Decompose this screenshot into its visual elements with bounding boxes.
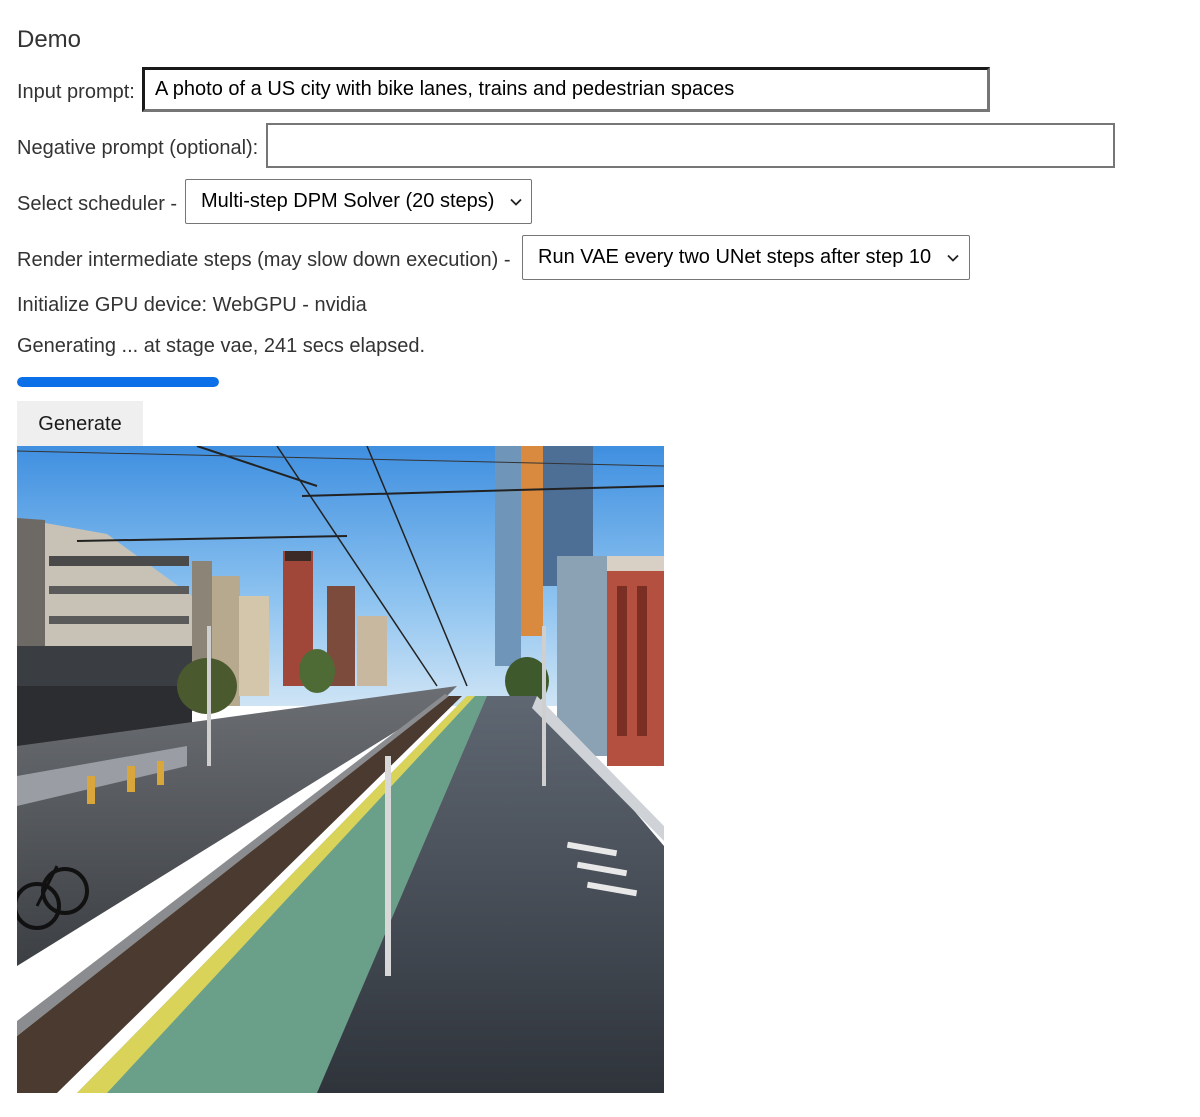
render-steps-label: Render intermediate steps (may slow down…: [17, 249, 511, 271]
negative-prompt-label: Negative prompt (optional):: [17, 137, 259, 159]
input-prompt-field[interactable]: [142, 67, 990, 112]
scheduler-selected-value: Multi-step DPM Solver (20 steps): [201, 190, 495, 212]
input-prompt-label: Input prompt:: [17, 81, 135, 103]
gpu-status: Initialize GPU device: WebGPU - nvidia: [17, 294, 367, 316]
chevron-down-icon: [510, 198, 523, 206]
progress-bar-fill: [17, 377, 219, 387]
progress-status: Generating ... at stage vae, 241 secs el…: [17, 335, 426, 357]
negative-prompt-field[interactable]: [266, 123, 1115, 168]
render-steps-selected-value: Run VAE every two UNet steps after step …: [538, 246, 932, 268]
output-canvas: [17, 446, 664, 1093]
generate-button[interactable]: Generate: [17, 401, 143, 447]
scheduler-select[interactable]: Multi-step DPM Solver (20 steps): [185, 179, 532, 224]
page-title: Demo: [17, 26, 82, 53]
progress-bar: [17, 377, 219, 387]
scheduler-label: Select scheduler -: [17, 193, 178, 215]
generated-image: [17, 446, 664, 1093]
chevron-down-icon: [947, 254, 959, 262]
render-steps-select[interactable]: Run VAE every two UNet steps after step …: [522, 235, 970, 280]
